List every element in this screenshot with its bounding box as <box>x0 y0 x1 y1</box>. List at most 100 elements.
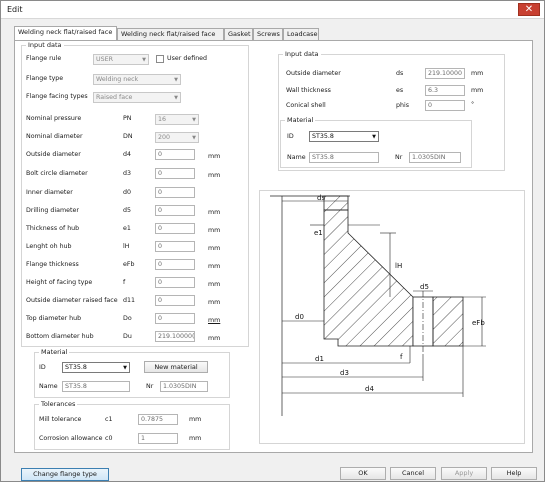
mill-tolerance-input[interactable]: 0.7875 <box>138 414 178 425</box>
mill-tolerance-unit: mm <box>189 416 202 423</box>
param-label: Outside diameter raised face <box>26 297 118 304</box>
flange-facing-combo[interactable]: Raised face ▼ <box>93 92 181 103</box>
material-id-combo[interactable]: ST35.8 ▼ <box>62 362 130 373</box>
label-d5: d5 <box>420 283 429 291</box>
material-nr-input[interactable]: 1.0305DIN <box>160 381 208 392</box>
param-unit: mm <box>208 299 221 306</box>
right-material-id-label: ID <box>287 133 294 140</box>
param-label: Drilling diameter <box>26 207 79 214</box>
left-input-title: Input data <box>26 41 64 49</box>
tab-gasket[interactable]: Gasket <box>224 28 253 40</box>
param-symbol: eFb <box>123 261 135 268</box>
param-symbol: PN <box>123 115 132 122</box>
height-of-facing-input[interactable]: 0 <box>155 277 195 288</box>
change-flange-type-button[interactable]: Change flange type <box>21 468 109 481</box>
param-symbol: d11 <box>123 297 136 304</box>
param-symbol: d3 <box>123 170 132 177</box>
chevron-down-icon: ▼ <box>142 57 146 63</box>
param-symbol: d0 <box>123 189 132 196</box>
tab-screws[interactable]: Screws <box>253 28 283 40</box>
param-unit: mm <box>208 317 221 324</box>
pipe-outside-diameter-input[interactable]: 219.10000 <box>425 68 465 79</box>
close-button[interactable]: ✕ <box>518 3 540 16</box>
top-diameter-hub-input[interactable]: 0 <box>155 313 195 324</box>
tab-welding-neck-1[interactable]: Welding neck flat/raised face <box>14 26 117 40</box>
bottom-diameter-hub-input[interactable]: 219.10000( <box>155 331 195 342</box>
wall-thickness-input[interactable]: 6.3 <box>425 85 465 96</box>
tab-loadcase[interactable]: Loadcase <box>283 28 319 40</box>
pipe-param-label: Conical shell <box>286 102 326 109</box>
user-defined-checkbox[interactable] <box>156 55 164 63</box>
title-bar: Edit ✕ <box>1 1 544 19</box>
pipe-wall <box>323 195 349 211</box>
ok-button[interactable]: OK <box>340 467 386 480</box>
label-f: f <box>400 353 403 361</box>
corrosion-allowance-unit: mm <box>189 435 202 442</box>
right-input-group: Input data Outside diameter ds 219.10000… <box>278 50 505 171</box>
outside-diameter-input[interactable]: 0 <box>155 149 195 160</box>
right-material-name-input[interactable]: ST35.8 <box>309 152 379 163</box>
param-unit: mm <box>208 209 221 216</box>
pipe-param-symbol: phis <box>396 102 410 109</box>
conical-shell-input[interactable]: 0 <box>425 100 465 111</box>
help-button[interactable]: Help <box>491 467 537 480</box>
param-symbol: Do <box>123 315 132 322</box>
flange-drawing: ds e1 lH d5 d0 eFb f d1 d3 d4 <box>259 190 525 444</box>
raised-face-diameter-input[interactable]: 0 <box>155 295 195 306</box>
length-of-hub-input[interactable]: 0 <box>155 241 195 252</box>
apply-button[interactable]: Apply <box>441 467 487 480</box>
label-d4: d4 <box>365 385 374 393</box>
right-material-id-combo[interactable]: ST35.8 ▼ <box>309 131 379 142</box>
corrosion-allowance-label: Corrosion allowance <box>39 435 103 442</box>
material-name-input[interactable]: ST35.8 <box>62 381 130 392</box>
nominal-diameter-combo[interactable]: 200 ▼ <box>155 132 199 143</box>
pipe-param-symbol: ds <box>396 70 404 77</box>
right-material-nr-input[interactable]: 1.0305DIN <box>409 152 461 163</box>
param-label: Bottom diameter hub <box>26 333 94 340</box>
param-label: Top diameter hub <box>26 315 82 322</box>
param-unit: mm <box>208 281 221 288</box>
left-input-group: Input data Flange rule USER ▼ User define… <box>21 41 249 347</box>
label-d0: d0 <box>295 313 304 321</box>
chevron-down-icon: ▼ <box>372 134 376 140</box>
chevron-down-icon: ▼ <box>192 117 196 123</box>
flange-type-combo[interactable]: Welding neck ▼ <box>93 74 181 85</box>
label-e1: e1 <box>314 229 323 237</box>
param-label: Nominal diameter <box>26 133 83 140</box>
pipe-param-symbol: es <box>396 87 404 94</box>
material-id-label: ID <box>39 364 46 371</box>
tolerances-group: Tolerances Mill tolerance c1 0.7875 mm C… <box>34 400 230 450</box>
param-label: Thickness of hub <box>26 225 80 232</box>
pipe-param-label: Outside diameter <box>286 70 341 77</box>
edit-dialog: Edit ✕ Welding neck flat/raised face Wel… <box>0 0 545 482</box>
inner-diameter-input[interactable]: 0 <box>155 187 195 198</box>
cancel-button[interactable]: Cancel <box>390 467 436 480</box>
param-label: Outside diameter <box>26 151 81 158</box>
param-unit: mm <box>208 153 221 160</box>
corrosion-allowance-input[interactable]: 1 <box>138 433 178 444</box>
flange-rule-label: Flange rule <box>26 55 62 62</box>
label-ds: ds <box>317 194 325 202</box>
right-material-nr-label: Nr <box>395 154 403 161</box>
material-name-label: Name <box>39 383 58 390</box>
flange-ring <box>432 296 464 347</box>
param-label: Bolt circle diameter <box>26 170 88 177</box>
right-material-group: Material ID ST35.8 ▼ Name ST35.8 Nr 1.030… <box>280 116 472 168</box>
flange-facing-label: Flange facing types <box>26 93 88 100</box>
user-defined-label: User defined <box>167 55 208 62</box>
left-material-title: Material <box>39 348 70 356</box>
label-efb: eFb <box>472 319 485 327</box>
flange-rule-combo[interactable]: USER ▼ <box>93 54 149 65</box>
thickness-of-hub-input[interactable]: 0 <box>155 223 195 234</box>
nominal-pressure-combo[interactable]: 16 ▼ <box>155 114 199 125</box>
flange-thickness-input[interactable]: 0 <box>155 259 195 270</box>
param-label: Inner diameter <box>26 189 73 196</box>
tab-welding-neck-2[interactable]: Welding neck flat/raised face <box>117 28 224 40</box>
new-material-button[interactable]: New material <box>144 361 208 373</box>
drilling-diameter-input[interactable]: 0 <box>155 205 195 216</box>
window-title: Edit <box>7 5 23 14</box>
param-symbol: e1 <box>123 225 131 232</box>
label-lh: lH <box>395 262 402 270</box>
flange-type-label: Flange type <box>26 75 64 82</box>
bolt-circle-diameter-input[interactable]: 0 <box>155 168 195 179</box>
